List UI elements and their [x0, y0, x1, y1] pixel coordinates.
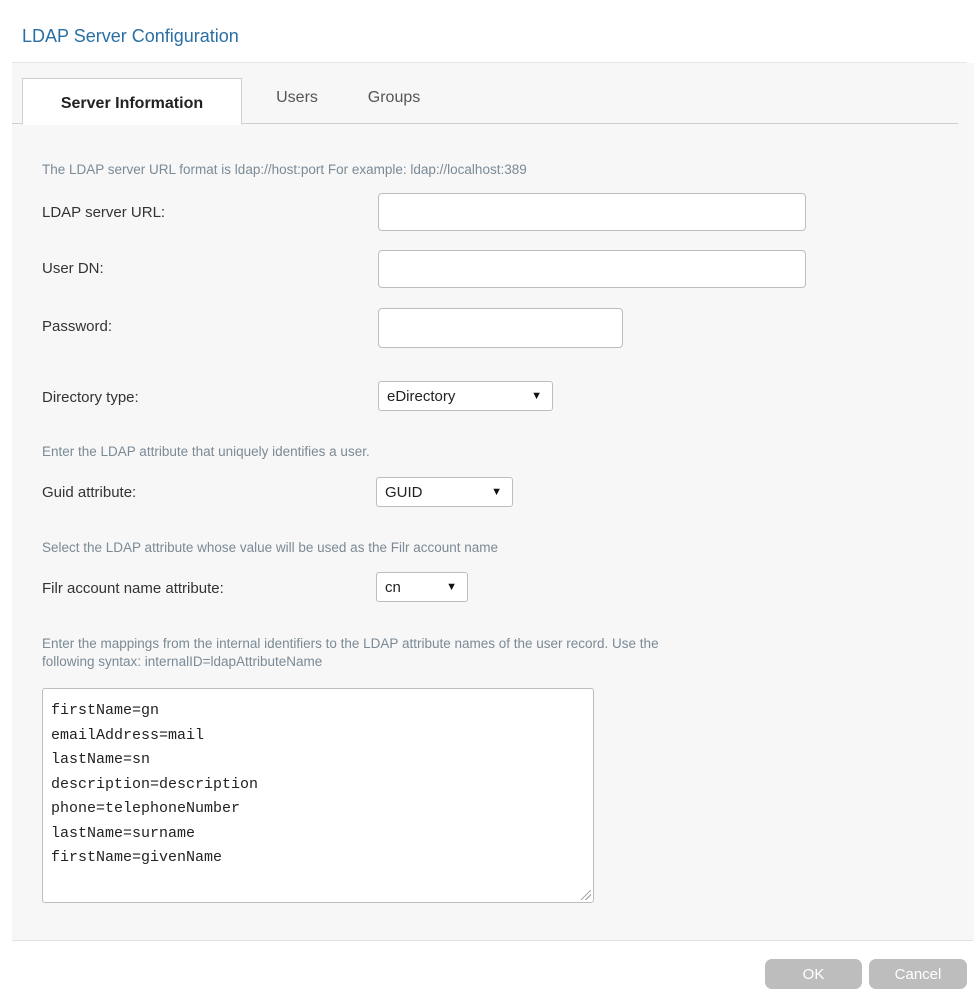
- ldap-url-label: LDAP server URL:: [42, 204, 166, 221]
- cancel-button[interactable]: Cancel: [869, 959, 967, 989]
- mapping-hint-line-2: following syntax: internalID=ldapAttribu…: [42, 654, 323, 669]
- guid-attribute-label: Guid attribute:: [42, 484, 137, 501]
- account-name-attribute-label: Filr account name attribute:: [42, 580, 224, 597]
- user-dn-label: User DN:: [42, 260, 104, 277]
- mapping-hint-line-1: Enter the mappings from the internal ide…: [42, 636, 659, 651]
- tab-server-information[interactable]: Server Information: [22, 78, 242, 125]
- directory-type-select[interactable]: eDirectory ▼: [378, 381, 553, 411]
- footer-divider: [12, 940, 973, 941]
- resize-grip-icon[interactable]: [581, 890, 591, 900]
- url-format-hint: The LDAP server URL format is ldap://hos…: [42, 162, 527, 177]
- user-dn-input[interactable]: [378, 250, 806, 288]
- ldap-url-input[interactable]: [378, 193, 806, 231]
- tab-bar: Server Information Users Groups: [12, 75, 958, 125]
- dropdown-arrow-icon: ▼: [446, 581, 457, 593]
- account-name-attribute-select[interactable]: cn ▼: [376, 572, 468, 602]
- tab-groups[interactable]: Groups: [354, 75, 434, 121]
- ok-button[interactable]: OK: [765, 959, 862, 989]
- password-input[interactable]: [378, 308, 623, 348]
- guid-hint: Enter the LDAP attribute that uniquely i…: [42, 444, 370, 459]
- account-name-hint: Select the LDAP attribute whose value wi…: [42, 540, 499, 555]
- dropdown-arrow-icon: ▼: [491, 486, 502, 498]
- guid-attribute-select[interactable]: GUID ▼: [376, 477, 513, 507]
- tab-users[interactable]: Users: [262, 75, 332, 121]
- account-name-attribute-value: cn: [385, 578, 401, 596]
- directory-type-label: Directory type:: [42, 389, 139, 406]
- dialog-title: LDAP Server Configuration: [22, 26, 239, 46]
- directory-type-value: eDirectory: [387, 387, 456, 405]
- dropdown-arrow-icon: ▼: [531, 390, 542, 402]
- guid-attribute-value: GUID: [385, 483, 423, 501]
- attribute-mappings-textarea[interactable]: [42, 688, 594, 903]
- password-label: Password:: [42, 318, 113, 335]
